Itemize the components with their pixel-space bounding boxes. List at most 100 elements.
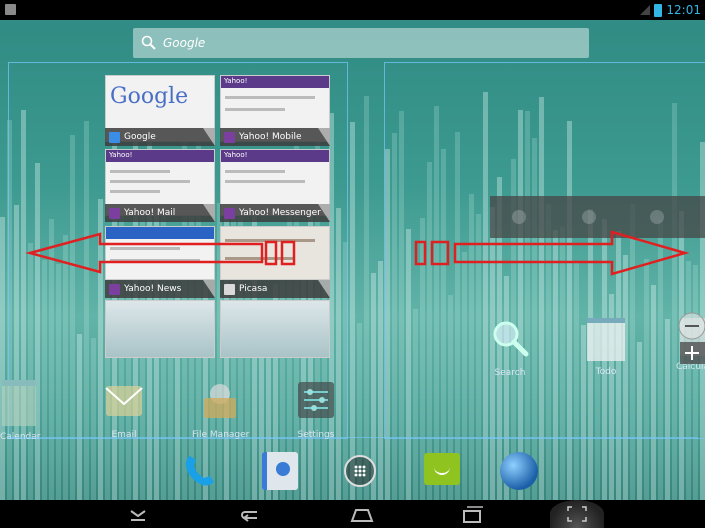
recent-item-yahoo-news[interactable]: Yahoo! News <box>105 280 215 298</box>
notification-icon <box>5 4 16 15</box>
yahoo-app-icon <box>109 283 120 295</box>
thumb-header: Yahoo! <box>221 76 329 88</box>
calendar-icon <box>2 380 36 426</box>
contacts-face <box>276 462 290 476</box>
search-icon <box>141 35 156 50</box>
messaging-icon[interactable] <box>424 453 460 485</box>
contacts-icon[interactable] <box>262 452 298 490</box>
recent-item-label: Yahoo! Mail <box>124 208 176 218</box>
bluetooth-toggle-icon[interactable] <box>582 210 596 224</box>
wallpaper-bar <box>378 261 383 500</box>
recent-thumb-picasa[interactable] <box>220 226 330 280</box>
recent-item-label: Yahoo! News <box>124 284 182 294</box>
thumb-line <box>225 170 285 173</box>
screenshot-icon <box>567 506 587 522</box>
app-search[interactable]: Search <box>482 318 538 378</box>
search-bar-text: Google <box>163 36 206 50</box>
wifi-toggle-icon[interactable] <box>512 210 526 224</box>
clock: 12:01 <box>666 3 701 17</box>
app-label: Todo <box>595 367 617 377</box>
thumb-line <box>110 190 160 193</box>
recent-apps-icon[interactable] <box>457 504 487 524</box>
power-control-widget[interactable] <box>490 196 705 238</box>
yahoo-app-icon <box>109 207 120 219</box>
thumb-line <box>225 96 315 99</box>
app-label: Email <box>111 430 137 440</box>
recent-item-yahoo-mail[interactable]: Yahoo! Mail <box>105 204 215 222</box>
signal-icon <box>640 5 651 15</box>
recent-thumb-extra-2[interactable] <box>220 300 330 358</box>
google-app-icon <box>109 131 120 143</box>
thumb-line <box>110 259 200 262</box>
search-icon <box>493 321 529 357</box>
zoom-control <box>672 312 705 376</box>
todo-icon <box>587 318 625 361</box>
workspace-panel-right <box>384 62 705 439</box>
label-tip <box>318 204 330 222</box>
thumb-line <box>225 180 305 183</box>
recent-thumb-title: Google <box>110 84 189 109</box>
label-tip <box>203 128 215 146</box>
search-bar[interactable]: Google <box>133 28 589 58</box>
recent-item-label: Picasa <box>239 284 268 294</box>
picasa-app-icon <box>224 283 235 295</box>
recent-thumb-extra-1[interactable] <box>105 300 215 358</box>
thumb-header-text: Yahoo! <box>109 151 133 159</box>
label-tip <box>318 280 330 298</box>
recent-item-label: Google <box>124 132 156 142</box>
settings-icon <box>298 382 334 418</box>
thumb-line <box>110 170 170 173</box>
recent-item-yahoo-mobile[interactable]: Yahoo! Mobile <box>220 128 330 146</box>
thumb-line <box>225 108 285 111</box>
thumb-header <box>106 227 214 239</box>
app-drawer-icon[interactable] <box>344 455 376 487</box>
messaging-smile <box>434 465 450 475</box>
recent-thumb-yahoo-news[interactable] <box>105 226 215 280</box>
zoom-widget-graphic <box>678 312 705 364</box>
recent-item-picasa[interactable]: Picasa <box>220 280 330 298</box>
recent-item-label: Yahoo! Messenger <box>239 208 321 218</box>
app-todo[interactable]: Todo <box>578 318 634 377</box>
app-drawer-dots <box>354 465 366 477</box>
file-manager-icon <box>204 384 236 418</box>
app-label: File Manager <box>192 430 250 440</box>
app-email[interactable]: Email <box>96 380 152 440</box>
thumb-line <box>110 247 180 250</box>
app-settings[interactable]: Settings <box>288 380 344 440</box>
thumb-line <box>225 239 315 242</box>
home-icon[interactable] <box>347 504 377 524</box>
wallpaper-bar <box>364 96 369 500</box>
browser-icon[interactable] <box>500 452 538 490</box>
yahoo-app-icon <box>224 207 235 219</box>
hide-keyboard-icon[interactable] <box>123 504 153 524</box>
wallpaper-bar <box>0 217 5 500</box>
sync-toggle-icon[interactable] <box>650 210 664 224</box>
label-tip <box>203 204 215 222</box>
status-bar: 12:01 <box>0 0 705 20</box>
battery-icon <box>654 3 663 17</box>
screenshot-button[interactable] <box>550 500 604 528</box>
app-label: Settings <box>297 430 335 440</box>
thumb-header: Yahoo! <box>221 150 329 162</box>
hotseat-divider <box>8 437 698 438</box>
thumb-line <box>110 180 190 183</box>
app-label: Search <box>494 368 526 378</box>
back-icon[interactable] <box>235 504 265 524</box>
thumb-header: Yahoo! <box>106 150 214 162</box>
label-tip <box>318 128 330 146</box>
recent-item-google[interactable]: Google <box>105 128 215 146</box>
recent-item-yahoo-messenger[interactable]: Yahoo! Messenger <box>220 204 330 222</box>
email-icon <box>105 386 143 416</box>
phone-icon[interactable] <box>180 450 220 490</box>
navigation-bar <box>0 500 705 528</box>
thumb-line <box>225 257 295 260</box>
yahoo-app-icon <box>224 131 235 143</box>
status-right: 12:01 <box>640 2 701 18</box>
thumb-header-text: Yahoo! <box>224 151 248 159</box>
wallpaper-bar <box>350 122 355 500</box>
thumb-header-text: Yahoo! <box>224 77 248 85</box>
label-tip <box>203 280 215 298</box>
recent-item-label: Yahoo! Mobile <box>239 132 302 142</box>
app-file-manager[interactable]: File Manager <box>192 380 250 440</box>
app-calendar[interactable]: Calendar <box>0 380 40 442</box>
